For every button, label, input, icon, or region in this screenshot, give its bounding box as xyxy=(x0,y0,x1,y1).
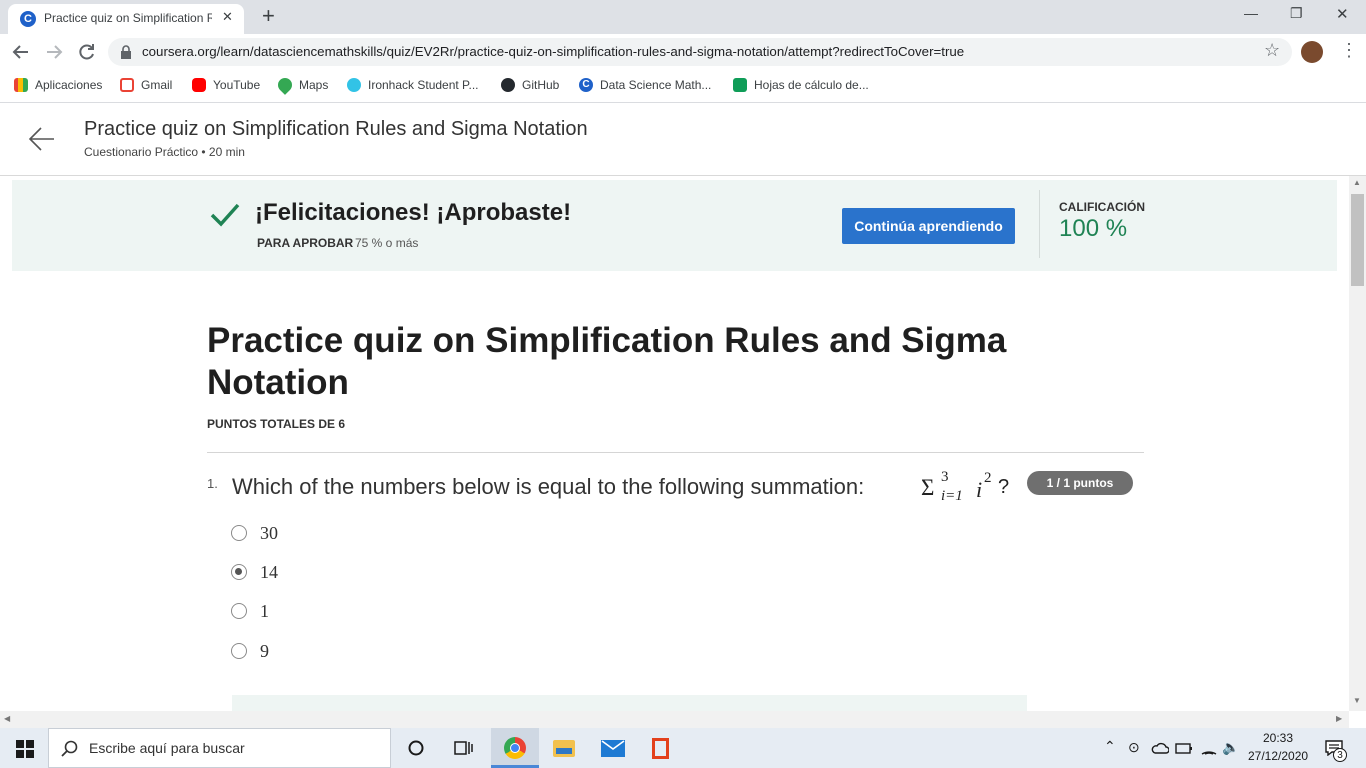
bookmark-github[interactable]: GitHub xyxy=(501,76,559,94)
tray-chevron-up-icon[interactable]: ⌃ xyxy=(1104,738,1116,755)
vertical-scrollbar[interactable]: ▲ ▼ xyxy=(1349,176,1366,711)
page-subtitle: Cuestionario Práctico • 20 min xyxy=(84,145,245,159)
taskbar-search[interactable]: Escribe aquí para buscar xyxy=(48,728,391,768)
sheets-icon xyxy=(733,78,747,92)
summand-exponent: 2 xyxy=(984,470,992,486)
bookmark-gmail[interactable]: Gmail xyxy=(120,76,172,94)
minimize-button[interactable]: — xyxy=(1244,5,1258,21)
notification-count-badge: 3 xyxy=(1333,748,1347,762)
url-text: coursera.org/learn/datasciencemathskills… xyxy=(142,44,965,59)
radio-button-selected[interactable] xyxy=(231,564,247,580)
apps-grid-icon xyxy=(14,78,28,92)
chrome-icon xyxy=(504,737,526,759)
banner-divider xyxy=(1039,190,1040,258)
cortana-icon[interactable] xyxy=(407,739,425,757)
clock-date[interactable]: 27/12/2020 xyxy=(1248,749,1308,763)
radio-button[interactable] xyxy=(231,603,247,619)
bookmark-maps[interactable]: Maps xyxy=(275,75,328,95)
bookmark-ironhack[interactable]: Ironhack Student P... xyxy=(347,76,479,94)
grade-value: 100 % xyxy=(1059,215,1128,242)
pass-value: 75 % o más xyxy=(355,236,419,250)
restore-button[interactable]: ❐ xyxy=(1290,5,1303,22)
people-icon[interactable]: ⊙ xyxy=(1128,739,1140,756)
file-explorer-icon[interactable] xyxy=(553,740,575,757)
battery-icon[interactable] xyxy=(1175,741,1193,755)
answer-option[interactable]: 30 xyxy=(230,522,350,548)
chrome-taskbar-button[interactable] xyxy=(491,728,539,768)
volume-icon[interactable]: 🔈 xyxy=(1222,739,1239,756)
answer-option[interactable]: 1 xyxy=(230,600,350,626)
lock-icon xyxy=(121,45,131,59)
horizontal-scrollbar[interactable]: ◀ ▶ xyxy=(0,711,1349,728)
answer-option-selected[interactable]: 14 xyxy=(230,561,350,587)
forward-arrow-icon[interactable] xyxy=(45,43,63,61)
scroll-up-arrow-icon[interactable]: ▲ xyxy=(1353,178,1361,187)
bookmark-star-icon[interactable]: ☆ xyxy=(1264,40,1280,61)
tab-close-icon[interactable]: ✕ xyxy=(222,9,233,25)
option-label: 30 xyxy=(260,523,278,543)
ironhack-icon xyxy=(347,78,361,92)
coursera-icon: C xyxy=(579,78,593,92)
search-placeholder: Escribe aquí para buscar xyxy=(89,740,245,756)
sigma-lower-bound: i=1 xyxy=(941,488,963,504)
clock-time[interactable]: 20:33 xyxy=(1248,731,1308,745)
success-message: ¡Felicitaciones! ¡Aprobaste! xyxy=(255,199,572,226)
gmail-icon xyxy=(120,78,134,92)
section-divider xyxy=(207,452,1144,453)
reload-icon[interactable] xyxy=(78,43,96,61)
page-title: Practice quiz on Simplification Rules an… xyxy=(84,118,588,140)
points-badge: 1 / 1 puntos xyxy=(1027,471,1133,495)
pass-label: PARA APROBAR xyxy=(257,236,354,250)
question-number: 1. xyxy=(207,476,218,491)
wifi-icon[interactable] xyxy=(1201,741,1217,755)
coursera-favicon-icon: C xyxy=(20,11,36,27)
answer-option[interactable]: 9 xyxy=(230,640,350,666)
profile-avatar[interactable] xyxy=(1301,41,1323,63)
office-icon[interactable] xyxy=(652,738,669,759)
bookmark-youtube[interactable]: YouTube xyxy=(192,76,260,94)
task-view-icon[interactable] xyxy=(454,739,474,757)
github-icon xyxy=(501,78,515,92)
continue-button[interactable]: Continúa aprendiendo xyxy=(842,208,1015,244)
option-label: 9 xyxy=(260,641,269,661)
radio-button[interactable] xyxy=(231,525,247,541)
windows-start-icon[interactable] xyxy=(16,740,34,758)
scroll-down-arrow-icon[interactable]: ▼ xyxy=(1353,696,1361,705)
summand-base: i xyxy=(976,477,983,502)
bookmark-apps[interactable]: Aplicaciones xyxy=(14,76,102,94)
bookmark-sheets[interactable]: Hojas de cálculo de... xyxy=(733,76,869,94)
sigma-upper-bound: 3 xyxy=(941,469,949,485)
bookmark-data-science[interactable]: C Data Science Math... xyxy=(579,76,711,94)
scrollbar-thumb[interactable] xyxy=(1351,194,1364,286)
address-bar[interactable]: coursera.org/learn/datasciencemathskills… xyxy=(108,38,1292,66)
new-tab-button[interactable]: + xyxy=(262,3,275,29)
summation-formula: Σ 3 i=1 i 2 ? xyxy=(921,469,1013,510)
option-label: 14 xyxy=(260,562,278,582)
question-text: Which of the numbers below is equal to t… xyxy=(232,474,865,499)
browser-tab[interactable]: C Practice quiz on Simplification Ru ✕ xyxy=(8,4,244,34)
back-arrow-icon[interactable] xyxy=(12,43,30,61)
back-arrow-icon[interactable] xyxy=(28,126,56,152)
mail-icon[interactable] xyxy=(601,740,625,757)
option-label: 1 xyxy=(260,601,269,621)
quiz-title: Practice quiz on Simplification Rules an… xyxy=(207,321,1007,402)
feedback-panel xyxy=(232,695,1027,711)
maps-pin-icon xyxy=(275,75,295,95)
question-mark: ? xyxy=(998,476,1010,498)
menu-kebab-icon[interactable]: ⋮ xyxy=(1340,40,1358,61)
total-points: PUNTOS TOTALES DE 6 xyxy=(207,417,346,431)
grade-label: CALIFICACIÓN xyxy=(1059,200,1145,214)
sigma-symbol: Σ xyxy=(921,475,935,500)
checkmark-icon xyxy=(210,203,240,227)
scroll-right-arrow-icon[interactable]: ▶ xyxy=(1336,714,1342,723)
scroll-left-arrow-icon[interactable]: ◀ xyxy=(4,714,10,723)
onedrive-cloud-icon[interactable] xyxy=(1151,741,1169,755)
tab-title: Practice quiz on Simplification Ru xyxy=(44,11,212,25)
close-window-button[interactable]: ✕ xyxy=(1336,5,1349,23)
search-icon xyxy=(61,740,78,757)
youtube-icon xyxy=(192,78,206,92)
radio-button[interactable] xyxy=(231,643,247,659)
